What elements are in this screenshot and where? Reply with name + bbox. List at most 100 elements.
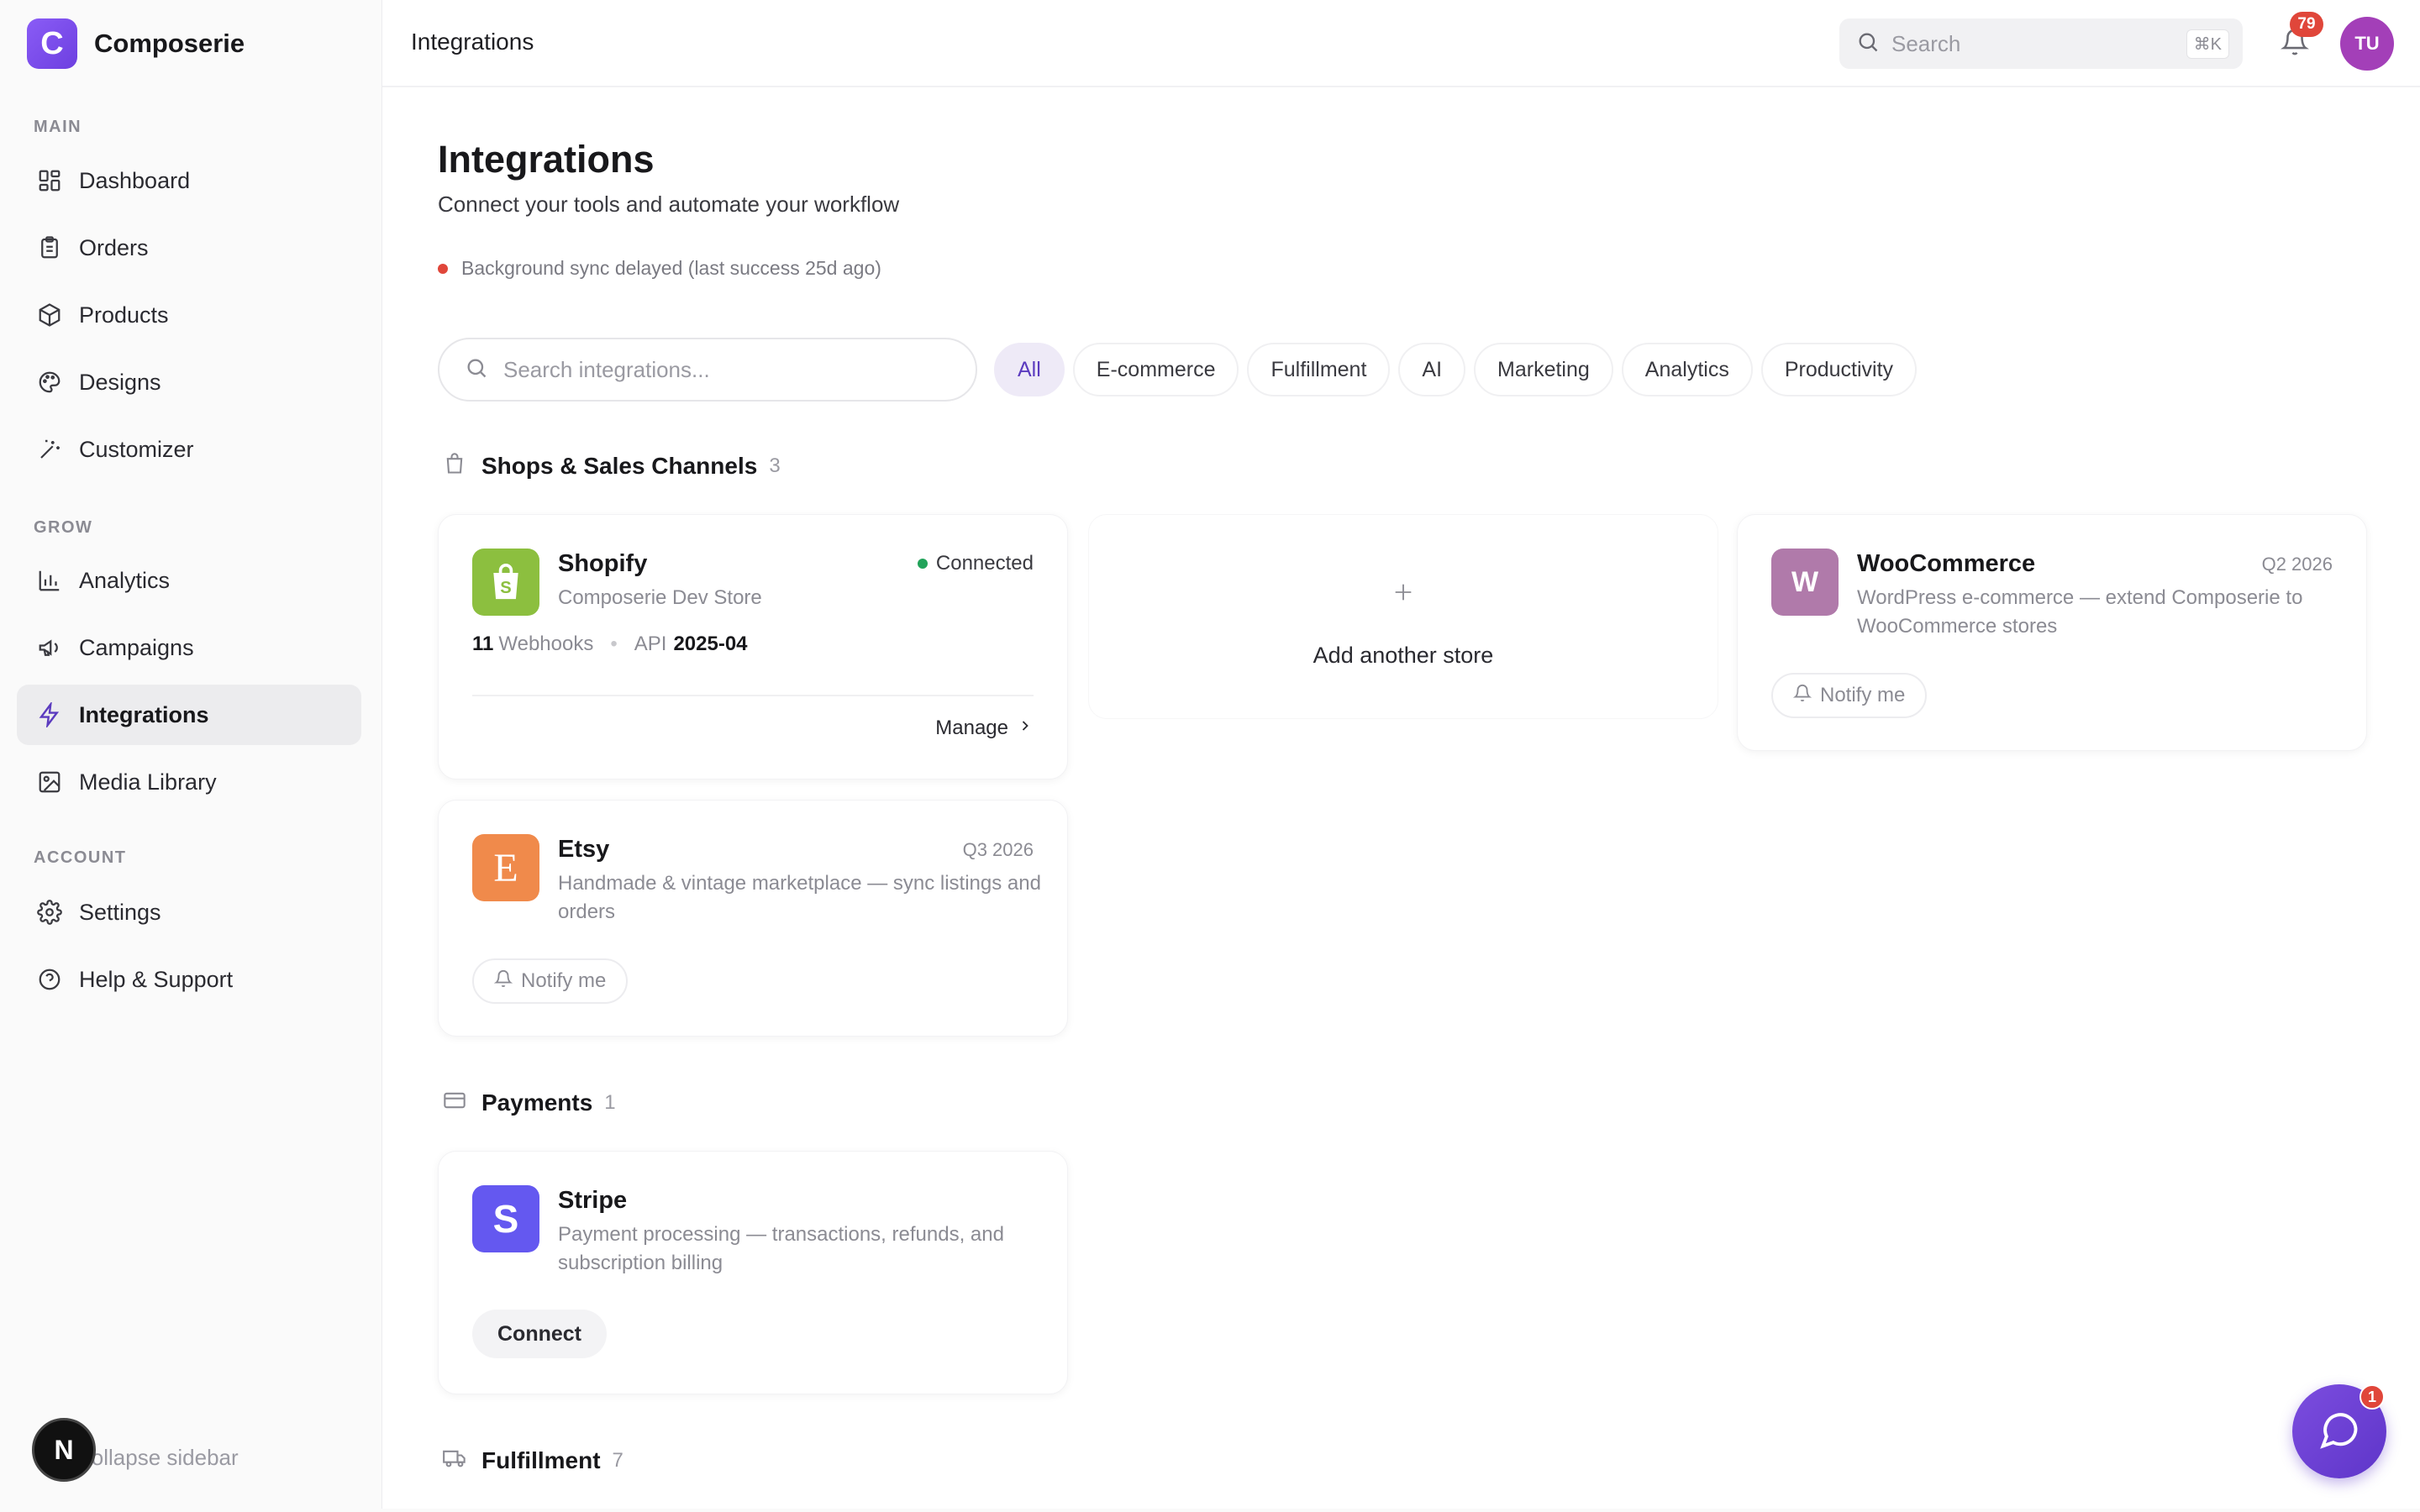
status-dot — [917, 559, 928, 569]
manage-button[interactable]: Manage — [935, 717, 1034, 740]
section-header-fulfillment: Fulfillment 7 — [443, 1446, 623, 1474]
filter-chip-fulfillment[interactable]: Fulfillment — [1247, 343, 1391, 396]
shopify-meta: 11 Webhooks • API 2025-04 — [472, 633, 748, 656]
sidebar-item-media-library[interactable]: Media Library — [17, 752, 361, 812]
chat-bubble-icon — [2317, 1408, 2361, 1456]
section-count: 7 — [612, 1448, 623, 1472]
truck-icon — [443, 1446, 466, 1474]
sidebar-item-integrations[interactable]: Integrations — [17, 685, 361, 745]
sidebar-item-customizer[interactable]: Customizer — [17, 419, 361, 480]
sidebar-item-products[interactable]: Products — [17, 285, 361, 345]
sidebar-item-label: Customizer — [79, 436, 194, 462]
card-description: Payment processing — transactions, refun… — [558, 1223, 1004, 1274]
collapse-label: Collapse sidebar — [76, 1445, 239, 1470]
bar-chart-icon — [35, 566, 64, 595]
avatar[interactable]: TU — [2340, 17, 2394, 71]
search-icon — [1856, 30, 1880, 58]
search-shortcut: ⌘K — [2186, 29, 2229, 59]
page-subtitle: Connect your tools and automate your wor… — [438, 192, 900, 217]
webhooks-label: Webhooks — [498, 633, 594, 655]
sidebar-item-campaigns[interactable]: Campaigns — [17, 617, 361, 678]
meta-separator: • — [610, 633, 618, 655]
store-name: Composerie Dev Store — [558, 586, 762, 609]
integrations-search-input[interactable]: Search integrations... — [438, 338, 977, 402]
sidebar-item-label: Dashboard — [79, 167, 191, 193]
sidebar-item-label: Campaigns — [79, 634, 194, 660]
sidebar-item-label: Orders — [79, 234, 149, 260]
notify-label: Notify me — [521, 969, 607, 992]
section-header-payments: Payments 1 — [443, 1089, 616, 1116]
api-label: API — [634, 633, 667, 655]
bell-icon — [493, 969, 513, 994]
section-count: 3 — [769, 454, 781, 477]
sidebar-item-label: Analytics — [79, 567, 171, 593]
sidebar-item-label: Help & Support — [79, 966, 234, 992]
category-filters: All E-commerce Fulfillment AI Marketing … — [994, 343, 1918, 396]
release-tag: Q3 2026 — [962, 839, 1034, 860]
sidebar-item-designs[interactable]: Designs — [17, 352, 361, 412]
section-title: Fulfillment — [481, 1446, 601, 1473]
connection-status: Connected — [917, 552, 1034, 575]
main-panel: Integrations Search ⌘K 79 TU Integration… — [381, 0, 2420, 1509]
brand[interactable]: C Composerie — [27, 18, 245, 69]
help-circle-icon — [35, 965, 64, 994]
card-divider — [472, 695, 1034, 696]
card-title: Etsy — [558, 836, 610, 863]
brand-logo: C — [27, 18, 77, 69]
palette-icon — [35, 368, 64, 396]
nav-section-main: MAIN — [34, 118, 82, 136]
topbar: Integrations Search ⌘K 79 TU — [382, 0, 2420, 87]
sidebar-item-orders[interactable]: Orders — [17, 218, 361, 278]
notify-me-button[interactable]: Notify me — [472, 958, 629, 1004]
filter-chip-analytics[interactable]: Analytics — [1621, 343, 1753, 396]
dev-tools-badge[interactable]: N — [32, 1418, 96, 1482]
notification-count-badge: 79 — [2290, 12, 2323, 37]
filter-chip-all[interactable]: All — [994, 343, 1065, 396]
shopify-logo: S — [472, 549, 539, 616]
section-header-shops: Shops & Sales Channels 3 — [443, 452, 781, 480]
filter-chip-productivity[interactable]: Productivity — [1760, 343, 1918, 396]
integration-card-woocommerce: W WooCommerce Q2 2026 WordPress e-commer… — [1737, 514, 2367, 751]
sidebar-item-analytics[interactable]: Analytics — [17, 550, 361, 611]
integration-card-shopify: S Shopify Composerie Dev Store Connected… — [438, 514, 1068, 780]
api-version: 2025-04 — [673, 633, 748, 655]
section-title: Payments — [481, 1089, 593, 1116]
filter-chip-ecommerce[interactable]: E-commerce — [1072, 343, 1239, 396]
section-count: 1 — [604, 1090, 616, 1114]
stripe-logo: S — [472, 1185, 539, 1252]
etsy-logo: E — [472, 834, 539, 901]
megaphone-icon — [35, 633, 64, 662]
card-title: Shopify — [558, 550, 648, 577]
filter-chip-ai[interactable]: AI — [1398, 343, 1466, 396]
sidebar-item-label: Settings — [79, 899, 161, 925]
notify-me-button[interactable]: Notify me — [1771, 673, 1928, 718]
manage-label: Manage — [935, 717, 1008, 739]
gear-icon — [35, 898, 64, 927]
add-store-card[interactable]: Add another store — [1088, 514, 1718, 719]
global-search[interactable]: Search ⌘K — [1839, 18, 2243, 69]
status-dot — [438, 263, 448, 274]
clipboard-icon — [35, 234, 64, 262]
svg-text:S: S — [500, 579, 511, 597]
sync-status-text: Background sync delayed (last success 25… — [461, 257, 881, 279]
card-title: Stripe — [558, 1187, 628, 1214]
sidebar-item-label: Media Library — [79, 769, 217, 795]
sidebar-item-settings[interactable]: Settings — [17, 882, 361, 942]
magic-wand-icon — [35, 435, 64, 464]
sidebar-item-help-support[interactable]: Help & Support — [17, 949, 361, 1010]
connect-button[interactable]: Connect — [472, 1310, 607, 1358]
brand-name: Composerie — [94, 29, 245, 58]
release-tag: Q2 2026 — [2261, 554, 2333, 575]
bell-icon — [1792, 684, 1812, 708]
filter-chip-marketing[interactable]: Marketing — [1474, 343, 1613, 396]
plus-icon — [1089, 580, 1718, 608]
lightning-icon — [35, 701, 64, 729]
shopping-bag-icon — [443, 452, 466, 480]
sync-status: Background sync delayed (last success 25… — [438, 257, 881, 280]
card-description: Handmade & vintage marketplace — sync li… — [558, 872, 1041, 923]
card-description: WordPress e-commerce — extend Composerie… — [1857, 586, 2303, 638]
woocommerce-logo: W — [1771, 549, 1839, 616]
sidebar-item-dashboard[interactable]: Dashboard — [17, 150, 361, 211]
chat-unread-badge: 1 — [2360, 1384, 2385, 1410]
nav-section-account: ACCOUNT — [34, 848, 127, 867]
